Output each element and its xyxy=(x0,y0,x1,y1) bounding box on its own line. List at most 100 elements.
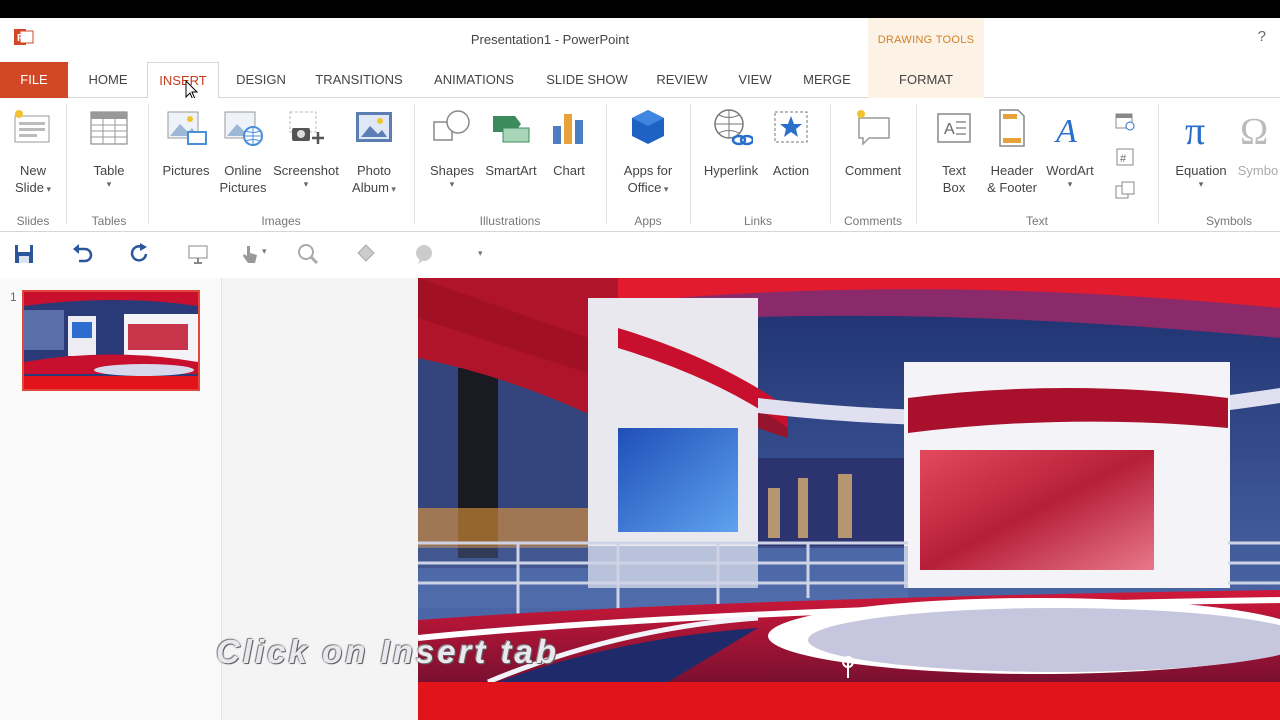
chevron-down-icon: ▾ xyxy=(388,184,396,194)
new-slide-button[interactable]: New Slide ▾ xyxy=(6,106,60,196)
touch-mode-icon[interactable] xyxy=(238,242,262,266)
photo-album-label-1: Photo xyxy=(357,163,391,178)
apps-for-office-button[interactable]: Apps for Office ▾ xyxy=(616,106,680,196)
date-time-icon[interactable] xyxy=(1114,110,1136,132)
pictures-label: Pictures xyxy=(162,163,210,178)
tab-transitions[interactable]: TRANSITIONS xyxy=(312,62,406,98)
presenter-view-icon[interactable] xyxy=(186,242,210,266)
shape-fill-icon[interactable] xyxy=(354,242,378,266)
hyperlink-button[interactable]: Hyperlink xyxy=(700,106,762,179)
tab-slide-show[interactable]: SLIDE SHOW xyxy=(543,62,631,98)
shapes-button[interactable]: Shapes ▾ xyxy=(426,106,478,189)
group-divider xyxy=(1158,104,1159,224)
smartart-label: SmartArt xyxy=(485,163,537,178)
group-divider xyxy=(66,104,67,224)
slide-number-icon[interactable]: # xyxy=(1114,146,1136,168)
help-icon[interactable]: ? xyxy=(1258,28,1266,45)
screenshot-button[interactable]: Screenshot ▾ xyxy=(272,106,340,189)
pictures-button[interactable]: Pictures xyxy=(158,106,214,179)
chevron-down-icon: ▾ xyxy=(43,184,51,194)
tab-format[interactable]: FORMAT xyxy=(868,62,984,98)
wordart-button[interactable]: A WordArt ▾ xyxy=(1042,106,1098,189)
svg-text:A: A xyxy=(944,121,955,138)
chevron-down-icon: ▾ xyxy=(661,184,669,194)
apps-for-office-label-2: Office xyxy=(627,180,662,195)
hyperlink-label: Hyperlink xyxy=(703,163,759,178)
tab-merge[interactable]: MERGE xyxy=(800,62,854,98)
svg-text:#: # xyxy=(1120,153,1127,165)
symbol-button[interactable]: Ω Symbo xyxy=(1236,106,1280,179)
text-box-button[interactable]: A Text Box xyxy=(926,106,982,196)
online-pictures-button[interactable]: Online Pictures xyxy=(216,106,270,196)
group-label-comments: Comments xyxy=(843,214,902,228)
table-icon xyxy=(87,106,131,150)
comment-icon xyxy=(851,106,895,150)
tab-file[interactable]: FILE xyxy=(0,62,68,98)
photo-album-icon xyxy=(352,106,396,150)
smartart-button[interactable]: SmartArt xyxy=(482,106,540,179)
group-label-illustrations: Illustrations xyxy=(479,214,541,228)
chevron-down-icon: ▾ xyxy=(106,179,112,189)
chevron-down-icon: ▾ xyxy=(1067,179,1073,189)
zoom-icon[interactable] xyxy=(296,242,320,266)
tab-insert[interactable]: INSERT xyxy=(147,62,219,99)
tab-animations[interactable]: ANIMATIONS xyxy=(428,62,520,98)
group-label-slides: Slides xyxy=(16,214,50,228)
header-footer-button[interactable]: Header & Footer xyxy=(984,106,1040,196)
group-label-symbols: Symbols xyxy=(1205,214,1252,228)
apps-for-office-icon xyxy=(626,106,670,150)
text-box-label-1: Text xyxy=(942,163,966,178)
tab-view[interactable]: VIEW xyxy=(733,62,777,98)
svg-text:Ω: Ω xyxy=(1240,111,1268,150)
screenshot-icon xyxy=(284,106,328,150)
insert-ribbon: New Slide ▾ Slides Table ▾ Tables Pictur… xyxy=(0,98,1280,232)
smartart-icon xyxy=(489,106,533,150)
window-title: Presentation1 - PowerPoint xyxy=(470,32,630,47)
group-label-images: Images xyxy=(261,214,301,228)
online-pictures-label-1: Online xyxy=(224,163,262,178)
comment-button[interactable]: Comment xyxy=(840,106,906,179)
group-divider xyxy=(690,104,691,224)
quick-access-toolbar: ▾ ▾ xyxy=(0,232,1280,278)
omega-icon: Ω xyxy=(1236,106,1280,153)
shapes-label: Shapes xyxy=(429,163,475,178)
wordart-label: WordArt xyxy=(1046,163,1094,178)
equation-label: Equation xyxy=(1175,163,1227,178)
comment-bubble-icon[interactable] xyxy=(412,242,436,266)
action-star-icon xyxy=(769,106,813,150)
group-divider xyxy=(916,104,917,224)
customize-toolbar-icon[interactable]: ▾ xyxy=(478,248,483,259)
chevron-down-icon: ▾ xyxy=(449,179,455,189)
comment-label: Comment xyxy=(844,163,902,178)
text-box-label-2: Box xyxy=(942,180,966,195)
undo-icon[interactable] xyxy=(70,242,94,266)
svg-text:A: A xyxy=(1054,113,1077,150)
chart-button[interactable]: Chart xyxy=(544,106,594,179)
tab-home[interactable]: HOME xyxy=(82,62,134,98)
object-icon[interactable] xyxy=(1114,180,1136,202)
photo-album-button[interactable]: Photo Album ▾ xyxy=(344,106,404,196)
video-top-letterbox xyxy=(0,0,1280,18)
slide-thumbnail-pane: 1 xyxy=(0,278,222,720)
group-label-apps: Apps xyxy=(634,214,662,228)
wordart-icon: A xyxy=(1048,106,1092,150)
tab-review[interactable]: REVIEW xyxy=(653,62,711,98)
equation-button[interactable]: π Equation ▾ xyxy=(1170,106,1232,189)
chart-label: Chart xyxy=(553,163,585,178)
action-button[interactable]: Action xyxy=(766,106,816,179)
slide-thumbnail[interactable] xyxy=(22,290,200,391)
new-slide-label-2: Slide xyxy=(15,180,44,195)
table-button[interactable]: Table ▾ xyxy=(82,106,136,189)
online-pictures-label-2: Pictures xyxy=(219,180,267,195)
apps-for-office-label-1: Apps for xyxy=(623,163,673,178)
save-icon[interactable] xyxy=(12,242,36,266)
redo-icon[interactable] xyxy=(128,242,152,266)
svg-text:π: π xyxy=(1185,108,1205,150)
group-divider xyxy=(148,104,149,224)
online-pictures-icon xyxy=(221,106,265,150)
tab-design[interactable]: DESIGN xyxy=(232,62,290,98)
pi-icon: π xyxy=(1179,106,1223,153)
group-divider xyxy=(830,104,831,224)
photo-album-label-2: Album xyxy=(352,180,389,195)
chevron-down-icon[interactable]: ▾ xyxy=(262,246,267,257)
